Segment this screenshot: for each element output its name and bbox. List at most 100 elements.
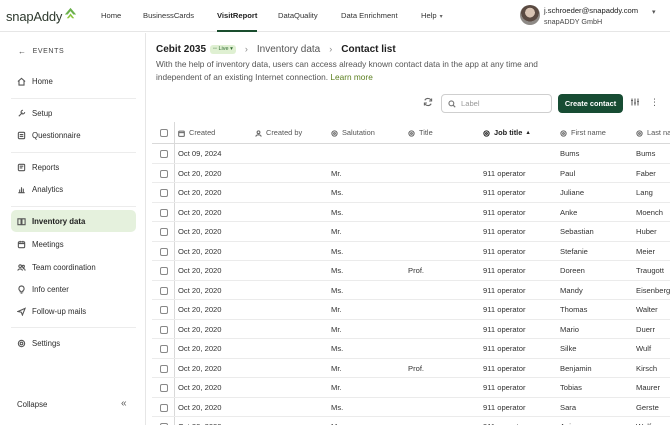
page-title: Contact list <box>341 43 396 55</box>
select-all-checkbox[interactable] <box>160 129 168 137</box>
sidebar-item-label: Settings <box>32 338 61 348</box>
sidebar-item-analytics[interactable]: Analytics <box>11 178 136 200</box>
search-input[interactable] <box>461 99 551 108</box>
breadcrumb-event[interactable]: Cebit 2035 <box>156 44 206 55</box>
circle-icon <box>636 129 643 137</box>
refresh-icon[interactable] <box>423 97 433 107</box>
cell-salutation: Ms. <box>331 344 344 353</box>
sidebar-item-reports[interactable]: Reports <box>11 156 136 178</box>
cell-salutation: Ms. <box>331 207 344 217</box>
row-checkbox[interactable] <box>160 150 168 158</box>
cell-created: Oct 20, 2020 <box>178 344 222 353</box>
table-row[interactable]: Oct 20, 2020 Mr. 911 operator Thomas Walter <box>152 300 670 320</box>
cell-salutation: Ms. <box>331 246 344 256</box>
table-row[interactable]: Oct 20, 2020 Mr. 911 operator Paul Faber <box>152 164 670 183</box>
circle-icon <box>408 129 415 137</box>
table-row[interactable]: Oct 09, 2024 Bums Bums <box>152 144 670 164</box>
cell-last-name: Walter <box>636 305 658 314</box>
sidebar-item-home[interactable]: Home <box>11 70 136 92</box>
row-checkbox[interactable] <box>160 325 168 334</box>
row-checkbox[interactable] <box>160 189 168 197</box>
table-row[interactable]: Oct 20, 2020 Ms. 911 operator Sara Gerste <box>152 398 670 417</box>
row-checkbox[interactable] <box>160 403 168 412</box>
column-last-name[interactable]: Last name <box>636 122 670 144</box>
breadcrumb-section[interactable]: Inventory data <box>257 44 320 55</box>
cell-last-name: Gerste <box>636 402 659 412</box>
user-icon <box>255 129 262 137</box>
table-row[interactable]: Oct 20, 2020 Ms. 911 operator Mandy Eisenber… <box>152 281 670 300</box>
row-checkbox[interactable] <box>160 306 168 314</box>
column-label: Last name <box>647 128 670 137</box>
cell-last-name: Lang <box>636 188 653 197</box>
sidebar-item-label: Reports <box>32 162 60 172</box>
row-checkbox[interactable] <box>160 286 168 295</box>
sidebar-item-team-coordination[interactable]: Team coordination <box>11 256 136 278</box>
more-vertical-icon[interactable]: ⋮ <box>650 96 659 108</box>
cell-job-title: 911 operator <box>483 383 526 392</box>
sidebar-item-follow-up-mails[interactable]: Follow-up mails <box>11 300 136 322</box>
learn-more-link[interactable]: Learn more <box>330 72 372 82</box>
column-first-name[interactable]: First name <box>560 122 606 144</box>
table-row[interactable]: Oct 20, 2020 Ms. 911 operator Anke Moench <box>152 203 670 222</box>
double-chevron-left-icon[interactable]: « <box>121 398 127 409</box>
columns-icon[interactable] <box>630 97 640 107</box>
column-title[interactable]: Title <box>408 122 433 144</box>
column-job-title[interactable]: Job title ▲ <box>483 122 531 144</box>
column-label: Job title <box>494 128 523 137</box>
avatar[interactable] <box>520 5 540 25</box>
search-field[interactable] <box>441 94 552 113</box>
calendar-icon <box>178 130 185 137</box>
column-created-by[interactable]: Created by <box>255 122 302 144</box>
row-checkbox[interactable] <box>160 247 168 256</box>
nav-home[interactable]: Home <box>101 0 121 31</box>
row-checkbox[interactable] <box>160 384 168 392</box>
sidebar-item-info-center[interactable]: Info center <box>11 278 136 300</box>
cell-created: Oct 20, 2020 <box>178 383 222 392</box>
nav-dataquality[interactable]: DataQuality <box>278 0 318 31</box>
sidebar-item-setup[interactable]: Setup <box>11 102 136 124</box>
table-row[interactable]: Oct 20, 2020 Ms. 911 operator Silke Wulf <box>152 339 670 359</box>
row-checkbox[interactable] <box>160 228 168 236</box>
nav-businesscards[interactable]: BusinessCards <box>143 0 194 31</box>
table-row[interactable]: Oct 20, 2020 Ms. 911 operator Stefanie Meier <box>152 242 670 261</box>
collapse-button[interactable]: Collapse <box>17 400 47 409</box>
row-checkbox[interactable] <box>160 364 168 373</box>
cell-created: Oct 20, 2020 <box>178 227 222 236</box>
cell-first-name: Benjamin <box>560 363 592 373</box>
create-contact-button[interactable]: Create contact <box>558 94 623 113</box>
row-checkbox[interactable] <box>160 169 168 178</box>
snapaddy-logo[interactable]: snapAddy <box>6 6 78 26</box>
column-salutation[interactable]: Salutation <box>331 122 375 144</box>
cell-job-title: 911 operator <box>483 324 526 334</box>
column-created[interactable]: Created <box>178 122 215 144</box>
sidebar-item-inventory-data[interactable]: Inventory data <box>11 210 136 232</box>
cell-created: Oct 20, 2020 <box>178 188 222 197</box>
table-row[interactable]: Oct 20, 2020 Ms. Prof. 911 operator Doreen Tr… <box>152 261 670 281</box>
cell-first-name: Doreen <box>560 266 585 275</box>
chevron-down-icon[interactable]: ▾ <box>652 8 662 16</box>
sort-ascending-icon[interactable]: ▲ <box>525 122 530 144</box>
table-row[interactable]: Oct 20, 2020 Ms. 911 operator Juliane Lang <box>152 183 670 203</box>
table-row[interactable]: Oct 20, 2020 Mr. 911 operator Mario Duerr <box>152 320 670 339</box>
table-row[interactable]: Oct 20, 2020 Mr. 911 operator Tobias Maurer <box>152 378 670 398</box>
nav-help[interactable]: Help ▾ <box>421 0 443 31</box>
row-checkbox[interactable] <box>160 345 168 353</box>
cell-last-name: Kirsch <box>636 363 658 373</box>
row-checkbox[interactable] <box>160 208 168 217</box>
table-row[interactable]: Oct 20, 2020 Mr. 911 operator Anja Wolf <box>152 417 670 425</box>
sidebar-item-settings[interactable]: Settings <box>11 332 136 354</box>
cell-first-name: Paul <box>560 168 576 178</box>
cell-salutation: Mr. <box>331 305 342 314</box>
user-email[interactable]: j.schroeder@snapaddy.com <box>544 6 638 15</box>
sidebar-item-questionnaire[interactable]: Questionnaire <box>11 124 136 146</box>
sidebar-item-meetings[interactable]: Meetings <box>11 233 136 255</box>
nav-data-enrichment[interactable]: Data Enrichment <box>341 0 398 31</box>
table-row[interactable]: Oct 20, 2020 Mr. 911 operator Sebastian Hube… <box>152 222 670 242</box>
table-row[interactable]: Oct 20, 2020 Mr. Prof. 911 operator Benjamin… <box>152 359 670 378</box>
back-to-events[interactable]: ← EVENTS <box>18 47 64 56</box>
cell-salutation: Mr. <box>331 363 342 373</box>
logo-text: snapAddy <box>6 8 63 24</box>
status-badge[interactable]: ◦◦ Live ▾ <box>210 44 236 54</box>
row-checkbox[interactable] <box>160 267 168 275</box>
nav-visitreport[interactable]: VisitReport <box>217 0 258 32</box>
